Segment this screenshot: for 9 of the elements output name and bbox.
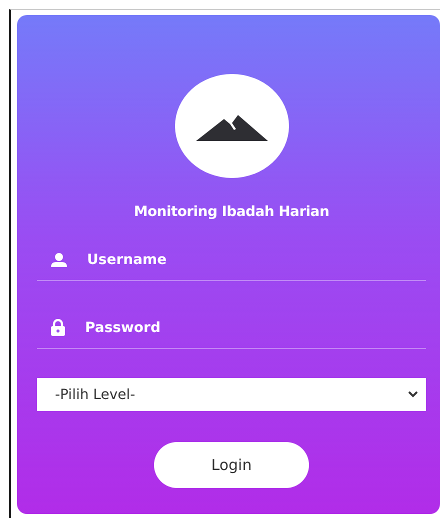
mountain-icon bbox=[196, 113, 268, 141]
user-icon bbox=[51, 253, 67, 267]
app-title: Monitoring Ibadah Harian bbox=[134, 204, 330, 220]
lock-icon bbox=[51, 319, 65, 336]
username-field[interactable]: Username bbox=[87, 252, 426, 268]
login-button[interactable]: Login bbox=[154, 442, 309, 488]
chevron-icon bbox=[408, 391, 418, 398]
level-select[interactable]: -Pilih Level- bbox=[37, 378, 426, 411]
password-field[interactable]: Password bbox=[85, 320, 426, 336]
